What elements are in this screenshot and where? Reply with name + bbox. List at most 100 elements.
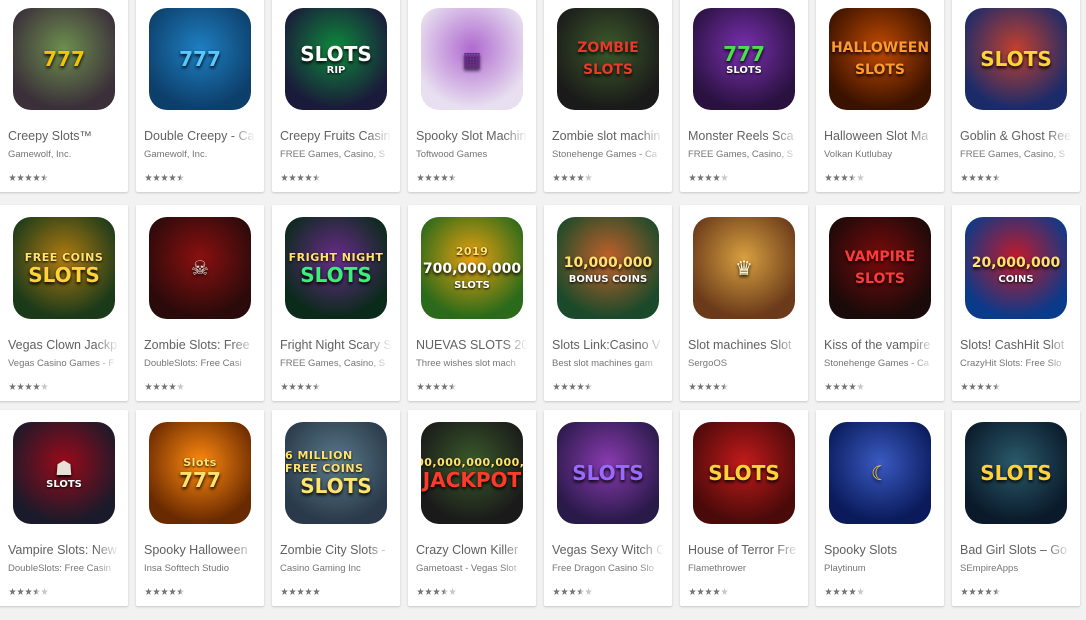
app-title[interactable]: Crazy Clown Killer xyxy=(416,543,528,557)
app-title[interactable]: Spooky Slots xyxy=(824,543,936,557)
app-developer[interactable]: Stonehenge Games - Ca xyxy=(824,358,936,369)
app-card[interactable]: 2019 700,000,000 SLOTS NUEVAS SLOTS 20 Three… xyxy=(408,205,536,401)
app-title[interactable]: Fright Night Scary S xyxy=(280,338,392,352)
app-card[interactable]: ☠ Zombie Slots: Free DoubleSlots: Free Cas… xyxy=(136,205,264,401)
app-title[interactable]: Zombie City Slots - xyxy=(280,543,392,557)
app-developer[interactable]: Best slot machines gam xyxy=(552,358,664,369)
star-icon xyxy=(849,588,856,595)
app-card[interactable]: ▦ Spooky Slot Machin Toftwood Games xyxy=(408,0,536,192)
slot-reels-icon[interactable]: ▦ xyxy=(421,8,523,110)
zombie-slots-icon[interactable]: ZOMBIE SLOTS xyxy=(557,8,659,110)
app-card[interactable]: 777 SLOTS Monster Reels Sca FREE Games, Cas… xyxy=(680,0,808,192)
app-card[interactable]: ☾ Spooky Slots Playtinum xyxy=(816,410,944,606)
app-title[interactable]: Double Creepy - Ca xyxy=(144,129,256,143)
app-developer[interactable]: SergoOS xyxy=(688,358,800,369)
icon-art-sub-text: RIP xyxy=(326,64,346,76)
tombstone-slots-icon[interactable]: SLOTS RIP xyxy=(285,8,387,110)
zombie-face-icon[interactable]: ☠ xyxy=(149,217,251,319)
ghost-girl-icon[interactable]: 6 MILLION FREE COINS SLOTS xyxy=(285,422,387,524)
app-title[interactable]: NUEVAS SLOTS 20 xyxy=(416,338,528,352)
clown-slots-icon[interactable]: FREE COINS SLOTS xyxy=(13,217,115,319)
pumpkin-halloween-icon[interactable]: HALLOWEEN SLOTS xyxy=(829,8,931,110)
app-card[interactable]: 777 Creepy Slots™ Gamewolf, Inc. xyxy=(0,0,128,192)
app-title[interactable]: Goblin & Ghost Ree xyxy=(960,129,1072,143)
heart-coins-icon[interactable]: 20,000,000 COINS xyxy=(965,217,1067,319)
app-developer[interactable]: Casino Gaming Inc xyxy=(280,563,392,574)
app-card[interactable]: VAMPIRE SLOTS Kiss of the vampire Stonehen… xyxy=(816,205,944,401)
app-card[interactable]: ♛ Slot machines Slot SergoOS xyxy=(680,205,808,401)
goblin-slots-icon[interactable]: SLOTS xyxy=(965,8,1067,110)
clown-jackpot-icon[interactable]: 1,000,000,000,000,000JACKPOT xyxy=(421,422,523,524)
app-developer[interactable]: Three wishes slot mach xyxy=(416,358,528,369)
explorer-couple-icon[interactable]: ♛ xyxy=(693,217,795,319)
star-icon xyxy=(721,174,728,181)
app-title[interactable]: Zombie Slots: Free xyxy=(144,338,256,352)
clown-terror-icon[interactable]: SLOTS xyxy=(693,422,795,524)
app-card[interactable]: 20,000,000 COINS Slots! CashHit Slot CrazyH… xyxy=(952,205,1080,401)
app-title[interactable]: Slots! CashHit Slot xyxy=(960,338,1072,352)
app-title[interactable]: Bad Girl Slots – Go xyxy=(960,543,1072,557)
app-title[interactable]: Vegas Clown Jackp xyxy=(8,338,120,352)
vampire-slots-icon[interactable]: VAMPIRE SLOTS xyxy=(829,217,931,319)
zombie-777-icon[interactable]: 777 xyxy=(13,8,115,110)
app-title[interactable]: Halloween Slot Ma xyxy=(824,129,936,143)
app-developer[interactable]: Stonehenge Games - Ca xyxy=(552,149,664,160)
app-developer[interactable]: SEmpireApps xyxy=(960,563,1072,574)
app-card[interactable]: FREE COINS SLOTS Vegas Clown Jackp Vegas Ca… xyxy=(0,205,128,401)
app-card[interactable]: 10,000,000 BONUS COINS Slots Link:Casino V… xyxy=(544,205,672,401)
vampire-face-icon[interactable]: ☗ SLOTS xyxy=(13,422,115,524)
app-developer[interactable]: FREE Games, Casino, S xyxy=(688,149,800,160)
app-developer[interactable]: Gametoast - Vegas Slot xyxy=(416,563,528,574)
app-card[interactable]: SLOTS Goblin & Ghost Ree FREE Games, Casin… xyxy=(952,0,1080,192)
app-card[interactable]: SLOTS House of Terror Fre Flamethrower xyxy=(680,410,808,606)
app-developer[interactable]: Flamethrower xyxy=(688,563,800,574)
hand-777-icon[interactable]: 777 xyxy=(149,8,251,110)
app-card[interactable]: ZOMBIE SLOTS Zombie slot machin Stonehenge… xyxy=(544,0,672,192)
app-title[interactable]: Kiss of the vampire xyxy=(824,338,936,352)
app-developer[interactable]: FREE Games, Casino, S xyxy=(960,149,1072,160)
pumpkin-777-icon[interactable]: Slots 777 xyxy=(149,422,251,524)
app-title[interactable]: Slots Link:Casino V xyxy=(552,338,664,352)
app-developer[interactable]: Vegas Casino Games - F xyxy=(8,358,120,369)
app-developer[interactable]: FREE Games, Casino, S xyxy=(280,149,392,160)
app-developer[interactable]: Volkan Kutlubay xyxy=(824,149,936,160)
app-developer[interactable]: FREE Games, Casino, S xyxy=(280,358,392,369)
app-title[interactable]: Creepy Fruits Casin xyxy=(280,129,392,143)
monster-777-icon[interactable]: 777 SLOTS xyxy=(693,8,795,110)
app-card[interactable]: Slots 777 Spooky Halloween Insa Softtech St… xyxy=(136,410,264,606)
app-card[interactable]: 777 Double Creepy - Ca Gamewolf, Inc. xyxy=(136,0,264,192)
app-developer[interactable]: DoubleSlots: Free Casi xyxy=(144,358,256,369)
app-card[interactable]: 1,000,000,000,000,000JACKPOT Crazy Clown … xyxy=(408,410,536,606)
app-title[interactable]: Vampire Slots: New xyxy=(8,543,120,557)
app-developer[interactable]: Gamewolf, Inc. xyxy=(8,149,120,160)
app-developer[interactable]: Toftwood Games xyxy=(416,149,528,160)
app-title[interactable]: Creepy Slots™ xyxy=(8,129,120,143)
app-title[interactable]: Slot machines Slot xyxy=(688,338,800,352)
app-developer[interactable]: Insa Softtech Studio xyxy=(144,563,256,574)
app-card[interactable]: HALLOWEEN SLOTS Halloween Slot Ma Volkan K… xyxy=(816,0,944,192)
app-title[interactable]: Monster Reels Sca xyxy=(688,129,800,143)
app-title[interactable]: Vegas Sexy Witch C xyxy=(552,543,664,557)
app-developer[interactable]: DoubleSlots: Free Casin xyxy=(8,563,120,574)
app-developer[interactable]: Free Dragon Casino Slo xyxy=(552,563,664,574)
app-card[interactable]: SLOTS Vegas Sexy Witch C Free Dragon Casin… xyxy=(544,410,672,606)
app-developer[interactable]: Playtinum xyxy=(824,563,936,574)
app-title[interactable]: Zombie slot machin xyxy=(552,129,664,143)
icon-art-main-text: 10,000,000 xyxy=(563,254,653,271)
app-card[interactable]: FRIGHT NIGHT SLOTS Fright Night Scary S FRE… xyxy=(272,205,400,401)
dark-girl-icon[interactable]: SLOTS xyxy=(965,422,1067,524)
app-developer[interactable]: CrazyHit Slots: Free Slo xyxy=(960,358,1072,369)
app-developer[interactable]: Gamewolf, Inc. xyxy=(144,149,256,160)
app-card[interactable]: SLOTS Bad Girl Slots – Go SEmpireApps xyxy=(952,410,1080,606)
app-card[interactable]: SLOTS RIP Creepy Fruits Casin FREE Games, C… xyxy=(272,0,400,192)
fright-night-icon[interactable]: FRIGHT NIGHT SLOTS xyxy=(285,217,387,319)
app-title[interactable]: Spooky Slot Machin xyxy=(416,129,528,143)
coins-2019-icon[interactable]: 2019 700,000,000 SLOTS xyxy=(421,217,523,319)
app-title[interactable]: House of Terror Fre xyxy=(688,543,800,557)
tiki-mask-icon[interactable]: 10,000,000 BONUS COINS xyxy=(557,217,659,319)
app-card[interactable]: ☗ SLOTS Vampire Slots: New DoubleSlots: Fre… xyxy=(0,410,128,606)
witch-slots-icon[interactable]: SLOTS xyxy=(557,422,659,524)
jack-o-lantern-icon[interactable]: ☾ xyxy=(829,422,931,524)
app-title[interactable]: Spooky Halloween xyxy=(144,543,256,557)
app-card[interactable]: 6 MILLION FREE COINS SLOTS Zombie City Slo… xyxy=(272,410,400,606)
